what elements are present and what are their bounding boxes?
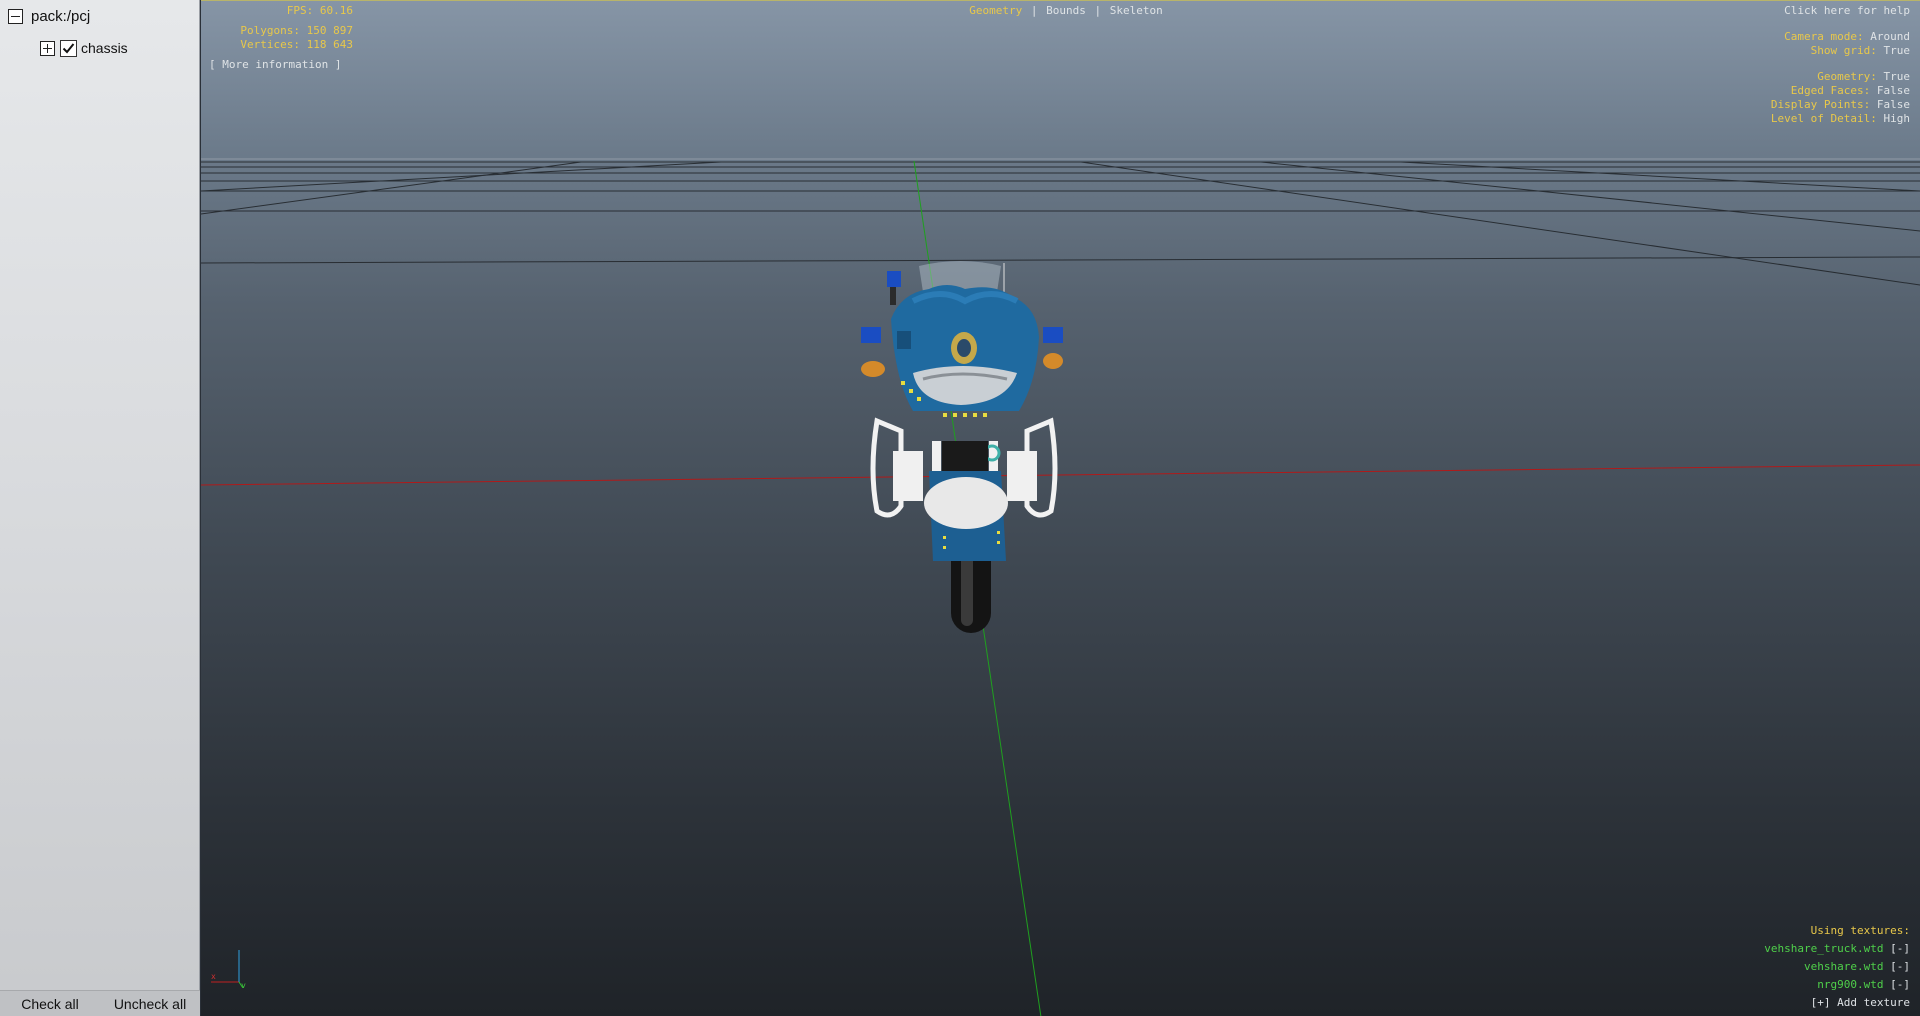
level-of-detail-setting[interactable]: Level of Detail: High (1771, 112, 1910, 126)
remove-texture-button[interactable]: [-] (1890, 978, 1910, 991)
expand-icon[interactable] (40, 40, 55, 56)
geometry-value: True (1883, 70, 1911, 83)
polygon-count: Polygons: 150 897 (240, 24, 353, 37)
camera-mode-value: Around (1870, 30, 1910, 43)
axis-x-label: x (211, 972, 216, 981)
show-grid-value: True (1883, 44, 1911, 57)
fps-readout: FPS: 60.16 (286, 4, 353, 17)
render-stats: FPS: 60.16 Polygons: 150 897 Vertices: 1… (209, 4, 353, 72)
uncheck-all-button[interactable]: Uncheck all (100, 991, 200, 1016)
scene-render (201, 158, 1920, 1016)
level-of-detail-label: Level of Detail: (1770, 112, 1877, 125)
camera-mode-label: Camera mode: (1784, 30, 1864, 43)
textures-header: Using textures: (1810, 924, 1910, 937)
vertex-count: Vertices: 118 643 (240, 38, 353, 51)
tab-separator: | (1030, 4, 1038, 17)
display-points-label: Display Points: (1770, 98, 1871, 111)
remove-texture-button[interactable]: [-] (1890, 960, 1910, 973)
texture-name[interactable]: vehshare.wtd (1804, 960, 1883, 973)
tree-root-label: pack:/pcj (31, 7, 91, 25)
tab-geometry[interactable]: Geometry (969, 4, 1022, 17)
camera-mode-setting[interactable]: Camera mode: Around (1771, 30, 1910, 44)
tab-bounds[interactable]: Bounds (1046, 4, 1086, 17)
chassis-checkbox[interactable] (60, 39, 77, 57)
geometry-label: Geometry: (1817, 70, 1877, 83)
edged-faces-value: False (1876, 84, 1910, 97)
ground-grid (201, 161, 1920, 286)
scene-tree-panel: pack:/pcj chassis Check all Uncheck all (0, 0, 200, 1016)
texture-list: Using textures: vehshare_truck.wtd [-] v… (1764, 922, 1910, 1012)
add-texture-button[interactable]: [+] Add texture (1764, 994, 1910, 1012)
geometry-setting[interactable]: Geometry: True (1771, 70, 1910, 84)
edged-faces-label: Edged Faces: (1790, 84, 1871, 97)
help-link[interactable]: Click here for help (1771, 4, 1910, 18)
x-axis-line (201, 464, 1920, 486)
3d-viewport[interactable]: FPS: 60.16 Polygons: 150 897 Vertices: 1… (201, 0, 1920, 1016)
show-grid-setting[interactable]: Show grid: True (1771, 44, 1910, 58)
texture-item: vehshare_truck.wtd [-] (1764, 940, 1910, 958)
display-points-value: False (1876, 98, 1910, 111)
tree-item-chassis[interactable]: chassis (40, 38, 128, 58)
axis-y-label: y (241, 981, 246, 988)
texture-item: vehshare.wtd [-] (1764, 958, 1910, 976)
tree-button-bar: Check all Uncheck all (0, 990, 200, 1016)
texture-item: nrg900.wtd [-] (1764, 976, 1910, 994)
tab-skeleton[interactable]: Skeleton (1110, 4, 1163, 17)
collapse-icon[interactable] (8, 8, 23, 24)
more-information-link[interactable]: [ More information ] (209, 58, 353, 72)
render-mode-tabs: Geometry | Bounds | Skeleton (966, 4, 1166, 18)
remove-texture-button[interactable]: [-] (1890, 942, 1910, 955)
display-points-setting[interactable]: Display Points: False (1771, 98, 1910, 112)
viewer-settings: Click here for help Camera mode: Around … (1771, 4, 1910, 126)
tab-separator: | (1094, 4, 1102, 17)
check-all-button[interactable]: Check all (0, 991, 100, 1016)
tree-item-label: chassis (81, 40, 128, 56)
axis-gizmo: x y (211, 950, 246, 988)
edged-faces-setting[interactable]: Edged Faces: False (1771, 84, 1910, 98)
checkmark-icon (62, 42, 75, 53)
texture-name[interactable]: vehshare_truck.wtd (1764, 942, 1883, 955)
tree-root-item[interactable]: pack:/pcj (8, 6, 90, 26)
show-grid-label: Show grid: (1810, 44, 1877, 57)
level-of-detail-value: High (1883, 112, 1911, 125)
texture-name[interactable]: nrg900.wtd (1817, 978, 1883, 991)
motorcycle-model (861, 261, 1063, 633)
